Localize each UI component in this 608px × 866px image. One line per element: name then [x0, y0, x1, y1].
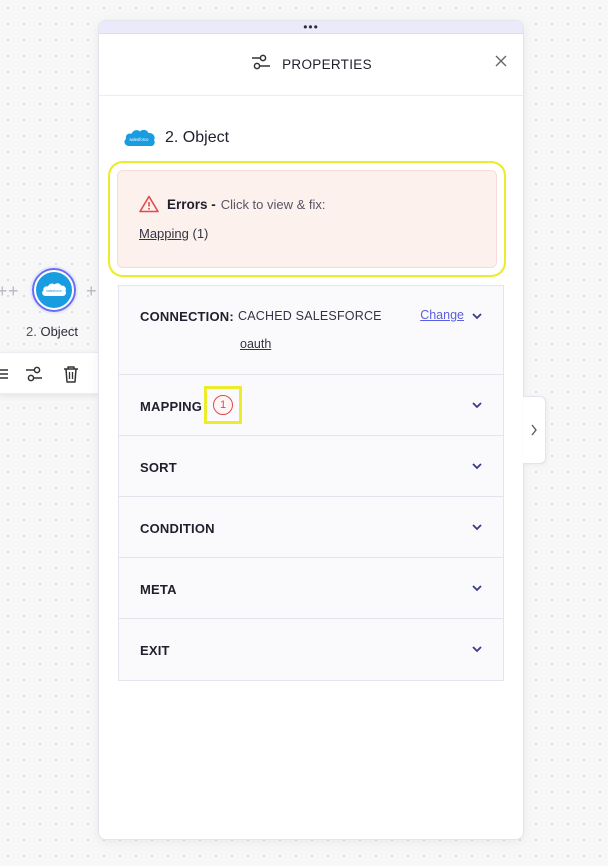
node-number: 2. [26, 324, 37, 339]
panel-drag-handle[interactable]: ••• [99, 21, 523, 34]
chevron-down-icon[interactable] [471, 522, 483, 532]
chevron-down-icon[interactable] [471, 461, 483, 471]
section-label: CONNECTION: [140, 309, 234, 324]
object-title: 2. Object [165, 129, 229, 147]
errors-subtitle: Click to view & fix: [220, 196, 326, 212]
connection-value: CACHED SALESFORCE [238, 309, 382, 323]
section-exit[interactable]: EXIT [119, 619, 503, 680]
object-name: Object [182, 129, 230, 146]
section-condition[interactable]: CONDITION [119, 497, 503, 558]
panel-header: PROPERTIES [99, 34, 523, 96]
chevron-down-icon[interactable] [471, 644, 483, 654]
section-label: MAPPING [140, 399, 203, 414]
add-node-left-icon-2[interactable]: + [8, 282, 19, 300]
settings-sliders-icon [250, 52, 272, 77]
errors-title: Errors - [167, 196, 216, 212]
properties-panel: ••• PROPERTIES salesforce 2. Object Erro… [98, 20, 524, 840]
svg-text:salesforce: salesforce [46, 289, 62, 293]
change-connection-link[interactable]: Change [420, 308, 464, 322]
errors-alert[interactable]: Errors - Click to view & fix: Mapping (1… [117, 170, 497, 268]
section-sort[interactable]: SORT [119, 436, 503, 497]
warning-icon [139, 195, 159, 213]
object-heading: salesforce 2. Object [123, 127, 229, 149]
list-icon[interactable] [0, 364, 12, 384]
chevron-down-icon[interactable] [471, 583, 483, 593]
panel-title: PROPERTIES [282, 57, 372, 72]
section-connection[interactable]: CONNECTION: CACHED SALESFORCE oauth Chan… [119, 286, 503, 375]
connection-auth-link[interactable]: oauth [240, 337, 271, 351]
section-label: META [140, 582, 177, 597]
close-icon[interactable] [491, 51, 511, 71]
salesforce-icon: salesforce [42, 283, 67, 297]
error-item-label[interactable]: Mapping [139, 226, 189, 241]
object-node[interactable]: salesforce [32, 268, 76, 312]
settings-sliders-icon[interactable] [24, 364, 44, 384]
node-label: 2. Object [26, 324, 78, 339]
section-mapping[interactable]: MAPPING 1 [119, 375, 503, 436]
node-name: Object [40, 324, 79, 339]
error-count-badge: 1 [213, 395, 233, 415]
section-label: SORT [140, 460, 177, 475]
mapping-error-highlight: 1 [204, 386, 242, 424]
section-label: EXIT [140, 643, 170, 658]
section-meta[interactable]: META [119, 558, 503, 619]
panel-collapse-handle[interactable] [523, 396, 546, 464]
add-node-right-icon[interactable]: + [86, 282, 97, 300]
error-item-count: (1) [192, 226, 209, 241]
errors-heading: Errors - Click to view & fix: [139, 195, 326, 213]
chevron-down-icon[interactable] [471, 400, 483, 410]
add-node-left-icon[interactable]: + [0, 282, 8, 300]
svg-text:salesforce: salesforce [129, 137, 149, 142]
chevron-down-icon[interactable] [471, 311, 483, 321]
salesforce-icon: salesforce [124, 129, 155, 147]
trash-icon[interactable] [61, 364, 81, 384]
section-label: CONDITION [140, 521, 215, 536]
chevron-right-icon [531, 424, 537, 436]
error-item-mapping[interactable]: Mapping (1) [139, 226, 208, 241]
node-toolbar [0, 352, 98, 394]
object-number: 2. [165, 129, 179, 146]
properties-sections: CONNECTION: CACHED SALESFORCE oauth Chan… [118, 285, 504, 681]
